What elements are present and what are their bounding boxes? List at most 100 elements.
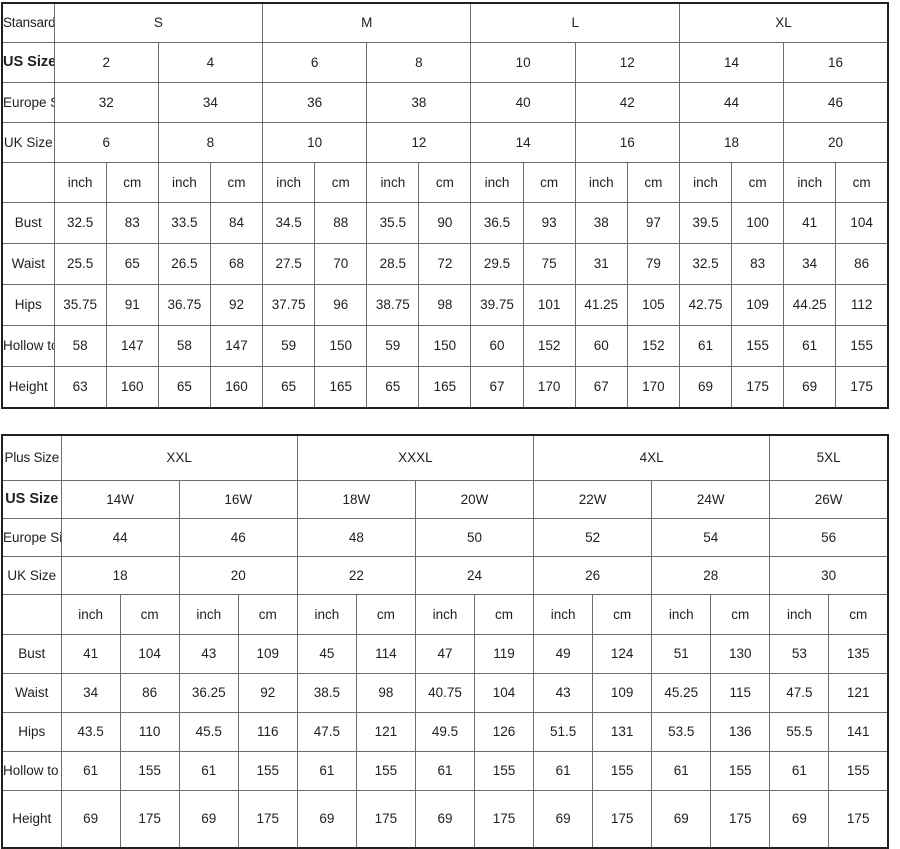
- measurement-value: 39.75: [470, 284, 524, 326]
- measurement-row: Bust 41 104 43 109 45 114 47 119 49 124 51 130 53 135: [2, 634, 888, 674]
- unit-label-cm: cm: [418, 162, 472, 203]
- measurement-value: 59: [262, 325, 316, 367]
- measurement-value: 29.5: [470, 243, 524, 285]
- size-value: 26: [533, 556, 653, 595]
- measurement-value: 175: [592, 790, 653, 848]
- measurement-row: Height 63 160 65 160 65 165 65 165 67 170 67 170 69 17…: [2, 366, 888, 408]
- measurement-value: 88: [314, 202, 368, 244]
- measurement-value: 65: [105, 243, 159, 285]
- size-value: 24: [414, 556, 535, 595]
- measurement-value: 110: [119, 712, 180, 752]
- size-value: 46: [783, 82, 888, 123]
- size-value: 22: [296, 556, 416, 595]
- row-label-us-size: US Size: [2, 480, 62, 519]
- size-group-xxl: XXL: [60, 435, 298, 481]
- size-value: 36: [262, 82, 368, 123]
- table-row: US Size 2 4 6 8 10 12 14 16: [2, 42, 888, 83]
- measurement-value: 101: [522, 284, 576, 326]
- measurement-value: 115: [710, 673, 771, 713]
- table-row: UK Size 6 8 10 12 14 16 18 20: [2, 122, 888, 163]
- measurement-value: 47.5: [769, 673, 830, 713]
- table-row: US Size 14W 16W 18W 20W 22W 24W 26W: [2, 480, 888, 519]
- measurement-value: 100: [731, 202, 785, 244]
- measurement-value: 135: [828, 634, 888, 674]
- size-value: 8: [366, 42, 472, 83]
- measurement-value: 75: [522, 243, 576, 285]
- measurement-value: 109: [731, 284, 785, 326]
- measurement-value: 41: [60, 634, 121, 674]
- measurement-value: 98: [355, 673, 416, 713]
- measurement-value: 155: [355, 751, 416, 791]
- measurement-value: 63: [53, 366, 107, 408]
- unit-label-cm: cm: [592, 594, 653, 635]
- measurement-value: 61: [783, 325, 837, 367]
- measurement-row: Hips 35.75 91 36.75 92 37.75 96 38.75 98 39.75 101…: [2, 284, 888, 326]
- size-value: 40: [470, 82, 576, 123]
- measurement-value: 126: [473, 712, 535, 752]
- unit-label-inch: inch: [53, 162, 107, 203]
- measurement-row: Hollow to Hem611556115561155611556115561…: [2, 751, 888, 791]
- measurement-value: 65: [262, 366, 316, 408]
- measurement-value: 38.75: [366, 284, 420, 326]
- unit-row-blank-label: [2, 162, 55, 203]
- unit-label-cm: cm: [209, 162, 264, 203]
- measurement-value: 124: [592, 634, 653, 674]
- measurement-value: 34.5: [262, 202, 316, 244]
- size-value: 2: [53, 42, 159, 83]
- size-value: 16: [574, 122, 680, 163]
- measurement-label-height: Height: [2, 790, 62, 848]
- unit-label-inch: inch: [783, 162, 837, 203]
- size-value: 12: [366, 122, 472, 163]
- size-value: 8: [157, 122, 264, 163]
- measurement-value: 45.5: [178, 712, 239, 752]
- measurement-value: 61: [769, 751, 830, 791]
- table-row: UK Size 18 20 22 24 26 28 30: [2, 556, 888, 595]
- measurement-value: 83: [105, 202, 159, 244]
- measurement-value: 96: [314, 284, 368, 326]
- size-value: 22W: [533, 480, 653, 519]
- unit-label-cm: cm: [835, 162, 888, 203]
- size-value: 44: [60, 518, 180, 557]
- measurement-value: 155: [119, 751, 180, 791]
- measurement-value: 155: [237, 751, 298, 791]
- standard-size-chart: Stansard SizeSMLXLUS Size246810121416Eur…: [1, 2, 889, 409]
- measurement-value: 31: [574, 243, 628, 285]
- unit-label-inch: inch: [651, 594, 712, 635]
- size-group-header-row: Plus Size XXL XXXL 4XL 5XL: [2, 435, 888, 481]
- size-group-xl: XL: [678, 3, 888, 43]
- measurement-value: 59: [366, 325, 420, 367]
- measurement-value: 69: [296, 790, 357, 848]
- row-label-uk-size: UK Size: [2, 122, 55, 163]
- size-value: 20: [178, 556, 298, 595]
- measurement-value: 58: [157, 325, 211, 367]
- measurement-value: 116: [237, 712, 298, 752]
- measurement-value: 92: [209, 284, 264, 326]
- measurement-value: 67: [470, 366, 524, 408]
- size-value: 14: [678, 42, 785, 83]
- measurement-value: 51: [651, 634, 712, 674]
- unit-row-blank-label: [2, 594, 62, 635]
- unit-label-inch: inch: [470, 162, 524, 203]
- plus-size-table: Plus Size XXL XXXL 4XL 5XL US Size 14W 16W 18W 20…: [1, 434, 889, 849]
- chart-title-cell: Plus Size: [2, 435, 62, 481]
- measurement-value: 119: [473, 634, 535, 674]
- measurement-value: 67: [574, 366, 628, 408]
- measurement-value: 141: [828, 712, 888, 752]
- unit-label-cm: cm: [314, 162, 368, 203]
- size-value: 16: [783, 42, 888, 83]
- measurement-value: 69: [783, 366, 837, 408]
- measurement-value: 104: [473, 673, 535, 713]
- measurement-value: 104: [835, 202, 888, 244]
- measurement-value: 165: [314, 366, 368, 408]
- measurement-value: 109: [592, 673, 653, 713]
- unit-label-inch: inch: [769, 594, 830, 635]
- table-row: Europe Size3234363840424446: [2, 82, 888, 123]
- measurement-value: 49.5: [414, 712, 476, 752]
- measurement-value: 53.5: [651, 712, 712, 752]
- size-value: 18W: [296, 480, 416, 519]
- measurement-value: 65: [157, 366, 211, 408]
- measurement-value: 175: [828, 790, 888, 848]
- measurement-value: 69: [414, 790, 476, 848]
- measurement-value: 69: [678, 366, 733, 408]
- measurement-value: 150: [418, 325, 472, 367]
